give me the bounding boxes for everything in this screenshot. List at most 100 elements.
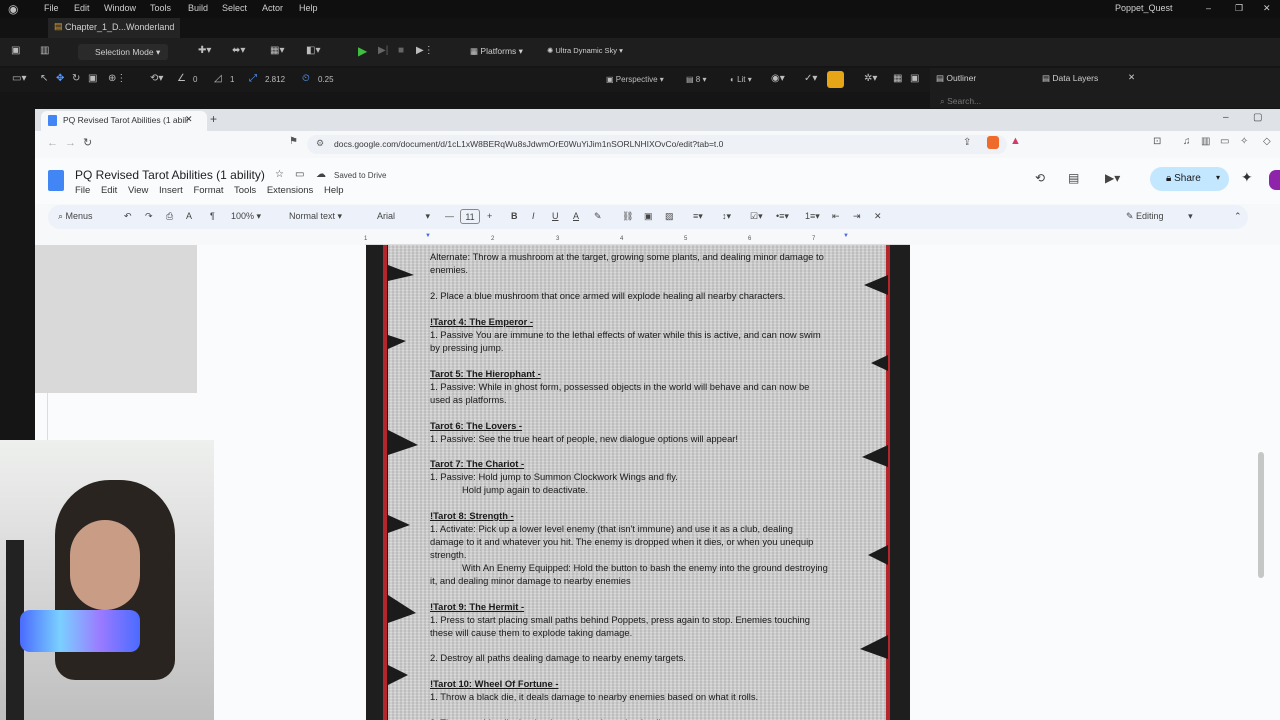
selection-mode-dropdown[interactable]: Selection Mode ▾ xyxy=(78,44,168,60)
stop-icon[interactable]: ■ xyxy=(398,45,404,56)
document-page[interactable]: Alternate: Throw a mushroom at the targe… xyxy=(366,245,910,720)
level-tab[interactable]: ▤ Chapter_1_D...Wonderland xyxy=(48,18,180,38)
right-indent-marker-icon[interactable]: ▼ xyxy=(843,233,849,239)
site-info-icon[interactable]: ⚙ xyxy=(316,138,324,149)
ultra-sky-button[interactable]: ✺ Ultra Dynamic Sky ▾ xyxy=(547,46,623,55)
bold-icon[interactable]: B xyxy=(511,211,518,221)
modes-icon[interactable]: ◧▾ xyxy=(306,45,320,56)
docs-menu-file[interactable]: File xyxy=(75,185,90,196)
close-tab-icon[interactable]: ✕ xyxy=(185,114,193,125)
redo-icon[interactable]: ↷ xyxy=(145,211,153,222)
angle-snap-icon[interactable]: ∠ xyxy=(177,73,186,84)
docs-menu-format[interactable]: Format xyxy=(193,185,223,196)
docs-menu-edit[interactable]: Edit xyxy=(101,185,117,196)
ue-menu-window[interactable]: Window xyxy=(104,3,136,13)
browser-minimize-icon[interactable]: – xyxy=(1223,112,1229,123)
comments-icon[interactable]: ▤ xyxy=(1068,171,1079,185)
maximize-viewport-icon[interactable]: ▣ xyxy=(910,73,919,84)
wallet-icon[interactable]: ▭ xyxy=(1220,136,1229,147)
indent-marker-icon[interactable]: ▼ xyxy=(425,233,431,239)
step-icon[interactable]: ▶| xyxy=(378,45,388,56)
font-size-input[interactable]: 11 xyxy=(460,209,480,224)
launch-icon[interactable]: ▶⋮ xyxy=(416,45,434,56)
bookmark-icon[interactable]: ⚑ xyxy=(289,136,298,147)
docs-logo-icon[interactable] xyxy=(48,170,64,191)
link-icon[interactable]: ⛓ xyxy=(622,211,633,222)
ue-menu-tools[interactable]: Tools xyxy=(150,3,171,13)
forward-icon[interactable]: → xyxy=(65,137,76,149)
menus-search[interactable]: ⌕ Menus xyxy=(58,211,93,222)
ue-menu-select[interactable]: Select xyxy=(222,3,247,13)
minimize-icon[interactable]: – xyxy=(1206,3,1211,13)
play-icon[interactable]: ▶ xyxy=(358,44,367,58)
comment-icon[interactable]: ▣ xyxy=(644,211,653,222)
docs-menu-help[interactable]: Help xyxy=(324,185,344,196)
browser-maximize-icon[interactable]: ▢ xyxy=(1253,112,1262,123)
star-icon[interactable]: ☆ xyxy=(275,169,284,180)
decrease-font-icon[interactable]: — xyxy=(445,211,454,221)
increase-indent-icon[interactable]: ⇥ xyxy=(853,211,861,222)
layout-icon[interactable]: ▦ xyxy=(893,73,902,84)
editing-mode-dropdown[interactable]: ✎ Editing ▾ xyxy=(1126,211,1193,222)
blueprint-icon[interactable]: ⬌▾ xyxy=(232,45,245,56)
version-history-icon[interactable]: ⟲ xyxy=(1035,171,1045,185)
numbered-list-icon[interactable]: 1≡▾ xyxy=(805,211,820,222)
add-actor-icon[interactable]: ✚▾ xyxy=(198,45,211,56)
maximize-icon[interactable]: ❐ xyxy=(1235,3,1243,14)
tab-outliner[interactable]: ▤ Outliner xyxy=(936,73,976,84)
grid-snap-icon[interactable]: ◿ xyxy=(214,73,222,84)
avatar[interactable] xyxy=(1269,170,1280,190)
vpn-icon[interactable]: ◇ xyxy=(1263,136,1271,147)
leo-icon[interactable]: ✧ xyxy=(1240,136,1248,147)
view-count[interactable]: ▤ 8 ▾ xyxy=(686,75,706,84)
move-icon[interactable]: ▭ xyxy=(295,169,304,180)
clear-format-icon[interactable]: ✕ xyxy=(874,211,882,222)
perspective-dropdown[interactable]: ▣ Perspective ▾ xyxy=(606,75,664,84)
back-icon[interactable]: ← xyxy=(47,137,58,149)
style-dropdown[interactable]: Normal text ▾ xyxy=(289,211,342,222)
performance-icon[interactable]: ✓▾ xyxy=(804,73,817,84)
docs-menu-view[interactable]: View xyxy=(128,185,148,196)
ue-menu-help[interactable]: Help xyxy=(299,3,318,13)
print-icon[interactable]: ⎙ xyxy=(166,211,173,222)
docs-menu-tools[interactable]: Tools xyxy=(234,185,256,196)
line-spacing-icon[interactable]: ↕▾ xyxy=(722,211,731,222)
bullet-list-icon[interactable]: •≡▾ xyxy=(776,211,789,222)
ue-menu-file[interactable]: File xyxy=(44,3,59,13)
camera-speed-icon[interactable]: ⏲ xyxy=(302,73,310,84)
outliner-search[interactable]: ⌕ Search... xyxy=(940,96,981,107)
docs-menu-extensions[interactable]: Extensions xyxy=(267,185,313,196)
checklist-icon[interactable]: ☑▾ xyxy=(750,211,763,222)
gemini-icon[interactable]: ✦ xyxy=(1241,169,1253,186)
share-page-icon[interactable]: ⇪ xyxy=(963,137,971,148)
share-button[interactable]: 🔒︎ Share ▾ xyxy=(1150,167,1229,191)
rotate-tool-icon[interactable]: ↻ xyxy=(72,73,80,84)
scale-snap-icon[interactable]: ⤢ xyxy=(249,73,257,84)
highlight-icon[interactable]: ✎ xyxy=(594,211,602,222)
rewards-icon[interactable]: ▲ xyxy=(1010,135,1021,147)
browser-tab[interactable]: PQ Revised Tarot Abilities (1 abili xyxy=(41,111,207,131)
brave-shield-icon[interactable] xyxy=(987,136,999,149)
sidebar-icon[interactable]: ▥ xyxy=(1201,136,1210,147)
angle-snap-value[interactable]: 0 xyxy=(193,75,197,84)
show-flags-icon[interactable]: ◉▾ xyxy=(771,73,785,84)
cinematics-icon[interactable]: ▦▾ xyxy=(270,45,284,56)
viewport-settings-icon[interactable]: ✲▾ xyxy=(864,73,877,84)
world-space-icon[interactable]: ⊕⋮ xyxy=(108,73,126,84)
close-icon[interactable]: ✕ xyxy=(1263,3,1271,14)
install-app-icon[interactable]: ⊡ xyxy=(1153,136,1161,147)
save-icon[interactable]: ▣ xyxy=(11,45,20,56)
select-tool-icon[interactable]: ↖ xyxy=(40,73,48,84)
zoom-dropdown[interactable]: 100% ▾ xyxy=(231,211,261,222)
viewport-menu-icon[interactable]: ▭▾ xyxy=(12,73,26,84)
tab-data-layers[interactable]: ▤ Data Layers xyxy=(1042,73,1098,84)
ue-menu-edit[interactable]: Edit xyxy=(74,3,90,13)
scale-tool-icon[interactable]: ▣ xyxy=(88,73,97,84)
meet-icon[interactable]: ▶▾ xyxy=(1105,171,1120,185)
url-bar[interactable]: ⚙ docs.google.com/document/d/1cL1xW8BERq… xyxy=(307,135,1007,154)
document-title[interactable]: PQ Revised Tarot Abilities (1 ability) xyxy=(75,168,265,182)
surface-snap-icon[interactable]: ⟲▾ xyxy=(150,73,163,84)
close-data-layers-icon[interactable]: ✕ xyxy=(1128,72,1135,83)
align-icon[interactable]: ≡▾ xyxy=(693,211,703,222)
move-tool-icon[interactable]: ✥ xyxy=(56,73,64,84)
